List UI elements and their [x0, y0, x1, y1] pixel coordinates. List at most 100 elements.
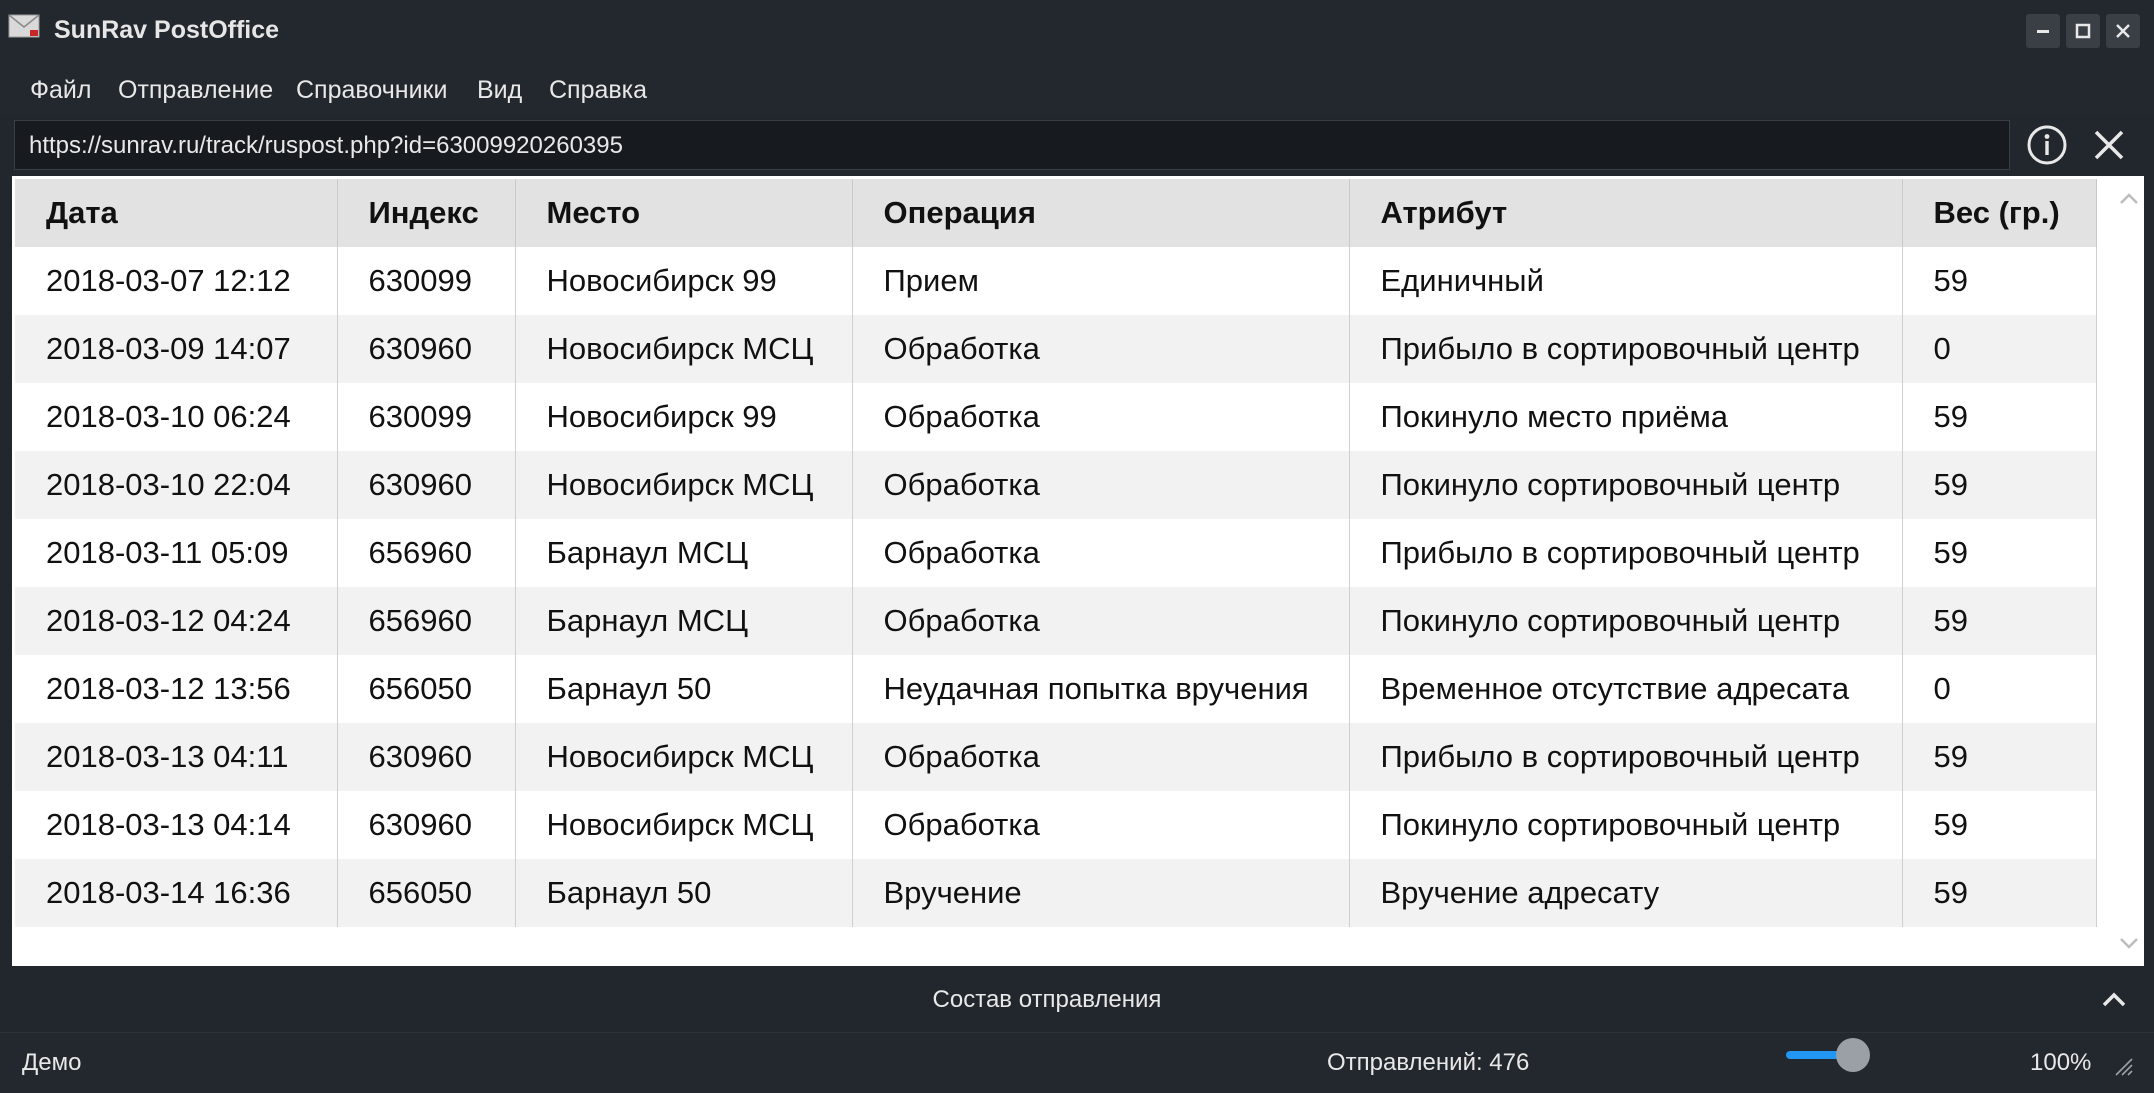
cell-place: Новосибирск 99 [515, 383, 853, 451]
cell-weight: 59 [1902, 859, 2097, 927]
table-row[interactable]: 2018-03-11 05:09 656960 Барнаул МСЦ Обра… [15, 519, 2097, 587]
cell-weight: 59 [1902, 247, 2097, 315]
cell-place: Новосибирск МСЦ [515, 315, 853, 383]
close-window-button[interactable] [2106, 14, 2140, 48]
cell-date: 2018-03-14 16:36 [15, 859, 338, 927]
table-row[interactable]: 2018-03-13 04:14 630960 Новосибирск МСЦ … [15, 791, 2097, 859]
cell-attribute: Покинуло место приёма [1349, 383, 1903, 451]
table-row[interactable]: 2018-03-07 12:12 630099 Новосибирск 99 П… [15, 247, 2097, 315]
shipment-contents-panel[interactable]: Состав отправления [0, 966, 2154, 1032]
cell-attribute: Временное отсутствие адресата [1349, 655, 1903, 723]
menu-file[interactable]: Файл [30, 76, 91, 105]
scroll-down-arrow-icon[interactable] [2114, 928, 2144, 958]
column-header-index[interactable]: Индекс [337, 179, 516, 247]
minimize-button[interactable] [2026, 14, 2060, 48]
app-window: SunRav PostOffice Файл Отправление Справ… [0, 0, 2154, 1093]
table-row[interactable]: 2018-03-10 22:04 630960 Новосибирск МСЦ … [15, 451, 2097, 519]
cell-operation: Неудачная попытка вручения [852, 655, 1350, 723]
cell-date: 2018-03-12 04:24 [15, 587, 338, 655]
cell-index: 630960 [337, 451, 516, 519]
menu-help[interactable]: Справка [549, 76, 647, 105]
cell-date: 2018-03-12 13:56 [15, 655, 338, 723]
cell-weight: 59 [1902, 451, 2097, 519]
address-url[interactable]: https://sunrav.ru/track/ruspost.php?id=6… [29, 132, 623, 160]
cell-place: Новосибирск МСЦ [515, 791, 853, 859]
table-row[interactable]: 2018-03-13 04:11 630960 Новосибирск МСЦ … [15, 723, 2097, 791]
cell-attribute: Покинуло сортировочный центр [1349, 791, 1903, 859]
cell-index: 656960 [337, 587, 516, 655]
cell-index: 630960 [337, 723, 516, 791]
cell-place: Барнаул МСЦ [515, 519, 853, 587]
tracking-content: Дата Индекс Место Операция Атрибут Вес (… [12, 176, 2144, 966]
cell-place: Барнаул 50 [515, 859, 853, 927]
cell-attribute: Прибыло в сортировочный центр [1349, 723, 1903, 791]
cell-date: 2018-03-10 22:04 [15, 451, 338, 519]
menu-shipment[interactable]: Отправление [118, 76, 273, 105]
shipment-contents-title[interactable]: Состав отправления [0, 986, 2094, 1014]
cell-place: Новосибирск МСЦ [515, 723, 853, 791]
minimize-icon [2037, 30, 2049, 33]
info-circle-icon [2027, 125, 2067, 165]
address-bar[interactable]: https://sunrav.ru/track/ruspost.php?id=6… [14, 120, 2010, 170]
table-row[interactable]: 2018-03-12 04:24 656960 Барнаул МСЦ Обра… [15, 587, 2097, 655]
title-bar: SunRav PostOffice [0, 0, 2154, 66]
maximize-button[interactable] [2066, 14, 2100, 48]
cell-date: 2018-03-09 14:07 [15, 315, 338, 383]
info-button[interactable] [2024, 122, 2070, 168]
maximize-icon [2075, 23, 2091, 39]
cell-attribute: Вручение адресату [1349, 859, 1903, 927]
cell-place: Новосибирск 99 [515, 247, 853, 315]
column-header-place[interactable]: Место [515, 179, 853, 247]
menu-view[interactable]: Вид [477, 76, 522, 105]
cell-operation: Обработка [852, 383, 1350, 451]
cell-weight: 59 [1902, 791, 2097, 859]
cell-index: 656960 [337, 519, 516, 587]
cell-index: 656050 [337, 655, 516, 723]
column-header-operation[interactable]: Операция [852, 179, 1350, 247]
table-row[interactable]: 2018-03-12 13:56 656050 Барнаул 50 Неуда… [15, 655, 2097, 723]
envelope-app-icon [8, 14, 40, 38]
cell-operation: Обработка [852, 587, 1350, 655]
cell-weight: 59 [1902, 723, 2097, 791]
cell-attribute: Покинуло сортировочный центр [1349, 451, 1903, 519]
resize-grip-icon[interactable] [2112, 1055, 2134, 1077]
vertical-scrollbar[interactable] [2114, 176, 2144, 966]
menu-references[interactable]: Справочники [296, 76, 447, 105]
column-header-attribute[interactable]: Атрибут [1349, 179, 1903, 247]
cell-operation: Обработка [852, 519, 1350, 587]
column-header-date[interactable]: Дата [15, 179, 338, 247]
chevron-up-icon[interactable] [2094, 984, 2134, 1014]
cell-weight: 0 [1902, 655, 2097, 723]
tracking-table: Дата Индекс Место Операция Атрибут Вес (… [15, 179, 2097, 927]
zoom-slider-thumb[interactable] [1836, 1038, 1870, 1072]
cell-attribute: Единичный [1349, 247, 1903, 315]
cell-date: 2018-03-13 04:11 [15, 723, 338, 791]
cell-index: 630099 [337, 383, 516, 451]
cell-place: Барнаул 50 [515, 655, 853, 723]
cell-weight: 59 [1902, 519, 2097, 587]
window-title: SunRav PostOffice [54, 16, 280, 44]
cell-date: 2018-03-10 06:24 [15, 383, 338, 451]
cell-operation: Вручение [852, 859, 1350, 927]
table-row[interactable]: 2018-03-10 06:24 630099 Новосибирск 99 О… [15, 383, 2097, 451]
cell-date: 2018-03-11 05:09 [15, 519, 338, 587]
cell-operation: Обработка [852, 723, 1350, 791]
table-row[interactable]: 2018-03-09 14:07 630960 Новосибирск МСЦ … [15, 315, 2097, 383]
cell-index: 630960 [337, 315, 516, 383]
status-mode: Демо [22, 1049, 82, 1076]
table-header-row: Дата Индекс Место Операция Атрибут Вес (… [15, 179, 2097, 247]
cell-date: 2018-03-13 04:14 [15, 791, 338, 859]
cell-weight: 59 [1902, 587, 2097, 655]
table-row[interactable]: 2018-03-14 16:36 656050 Барнаул 50 Вруче… [15, 859, 2097, 927]
scroll-up-arrow-icon[interactable] [2114, 184, 2144, 214]
close-window-icon [2116, 24, 2130, 38]
column-header-weight[interactable]: Вес (гр.) [1902, 179, 2097, 247]
cell-operation: Прием [852, 247, 1350, 315]
cell-weight: 0 [1902, 315, 2097, 383]
cell-index: 656050 [337, 859, 516, 927]
close-tracking-button[interactable] [2086, 122, 2132, 168]
cell-place: Новосибирск МСЦ [515, 451, 853, 519]
cell-index: 630099 [337, 247, 516, 315]
status-bar: Демо Отправлений: 476 100% [0, 1032, 2154, 1093]
shipments-count: Отправлений: 476 [1327, 1049, 1530, 1076]
